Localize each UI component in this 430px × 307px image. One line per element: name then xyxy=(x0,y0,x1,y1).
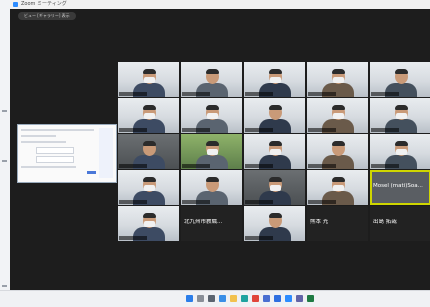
task-view-icon[interactable] xyxy=(208,295,215,302)
participant-name: 北九州市教職... xyxy=(184,219,223,225)
zoom-app-icon xyxy=(13,2,18,7)
participant-tile[interactable] xyxy=(181,134,242,169)
participant-name-label xyxy=(119,200,147,204)
edge-icon[interactable] xyxy=(241,295,248,302)
excel-icon[interactable] xyxy=(307,295,314,302)
participant-tile[interactable] xyxy=(244,206,305,241)
side-mark xyxy=(2,110,7,112)
participant-tile[interactable] xyxy=(307,98,368,133)
thumb-bar xyxy=(21,166,76,168)
participant-name-label xyxy=(308,164,336,168)
view-indicator[interactable]: ビュー [ギャラリー] 表示 xyxy=(18,12,76,20)
participant-name: Mosel (mati)Soa... xyxy=(373,183,423,189)
participant-tile[interactable] xyxy=(244,134,305,169)
participant-name-label xyxy=(245,236,273,240)
participant-tile[interactable] xyxy=(370,62,430,97)
thumb-bar xyxy=(21,129,94,131)
thumb-bar xyxy=(21,141,66,143)
participant-tile[interactable]: 北九州市教職... xyxy=(181,206,242,241)
participant-tile[interactable] xyxy=(118,98,179,133)
participant-tile[interactable] xyxy=(244,170,305,205)
participant-name-label xyxy=(182,164,210,168)
windows-start-icon[interactable] xyxy=(186,295,193,302)
widgets-icon[interactable] xyxy=(219,295,226,302)
participant-tile[interactable] xyxy=(118,134,179,169)
participant-tile[interactable] xyxy=(118,206,179,241)
participant-name-label xyxy=(182,128,210,132)
side-mark xyxy=(2,285,7,287)
participant-name-label xyxy=(371,92,399,96)
title-bar: Zoom ミーティング xyxy=(10,0,430,9)
participant-tile[interactable] xyxy=(307,134,368,169)
participant-name-label xyxy=(119,128,147,132)
participant-tile[interactable] xyxy=(307,170,368,205)
participant-tile[interactable] xyxy=(118,62,179,97)
search-icon[interactable] xyxy=(197,295,204,302)
participant-name-label xyxy=(245,200,273,204)
participant-tile[interactable] xyxy=(307,62,368,97)
participant-tile[interactable]: 熊本 光 xyxy=(307,206,368,241)
gallery-grid: Mosel (mati)Soa... 北九州市教職... 熊本 光 出島 拓哉 xyxy=(118,62,430,241)
shared-screen-thumbnail[interactable] xyxy=(17,124,117,183)
window-title: Zoom ミーティング xyxy=(21,1,67,7)
thumb-button xyxy=(87,171,96,174)
participant-name-label xyxy=(245,92,273,96)
participant-name-label xyxy=(119,92,147,96)
chrome-icon[interactable] xyxy=(252,295,259,302)
participant-tile[interactable] xyxy=(181,62,242,97)
participant-tile[interactable] xyxy=(181,170,242,205)
participant-name-label xyxy=(245,128,273,132)
participant-tile[interactable] xyxy=(118,170,179,205)
participant-tile[interactable]: Mosel (mati)Soa... xyxy=(370,170,430,205)
participant-name-label xyxy=(371,164,399,168)
participant-name-label xyxy=(119,164,147,168)
participant-name-label xyxy=(182,92,210,96)
participant-name-label xyxy=(308,128,336,132)
thumb-field xyxy=(36,156,74,163)
thumb-panel xyxy=(99,128,113,178)
zoom-meeting-window: Zoom ミーティング ビュー [ギャラリー] 表示 Mosel (mati)S… xyxy=(10,0,430,290)
participant-name: 熊本 光 xyxy=(310,219,329,225)
participant-name-label xyxy=(119,236,147,240)
teams-icon[interactable] xyxy=(296,295,303,302)
store-icon[interactable] xyxy=(263,295,270,302)
participant-name-label xyxy=(182,200,210,204)
participant-tile[interactable] xyxy=(244,98,305,133)
participant-tile[interactable]: 出島 拓哉 xyxy=(370,206,430,241)
file-explorer-icon[interactable] xyxy=(230,295,237,302)
participant-name-label xyxy=(371,128,399,132)
participant-name-label xyxy=(308,200,336,204)
participant-tile[interactable] xyxy=(244,62,305,97)
thumb-bar xyxy=(21,135,56,137)
windows-taskbar xyxy=(0,290,430,307)
participant-name: 出島 拓哉 xyxy=(373,219,397,225)
participant-tile[interactable] xyxy=(370,134,430,169)
zoom-icon[interactable] xyxy=(285,295,292,302)
side-mark xyxy=(2,160,7,162)
participant-name-label xyxy=(308,92,336,96)
participant-tile[interactable] xyxy=(181,98,242,133)
participant-tile[interactable] xyxy=(370,98,430,133)
thumb-field xyxy=(36,147,74,154)
participant-name-label xyxy=(245,164,273,168)
mail-icon[interactable] xyxy=(274,295,281,302)
